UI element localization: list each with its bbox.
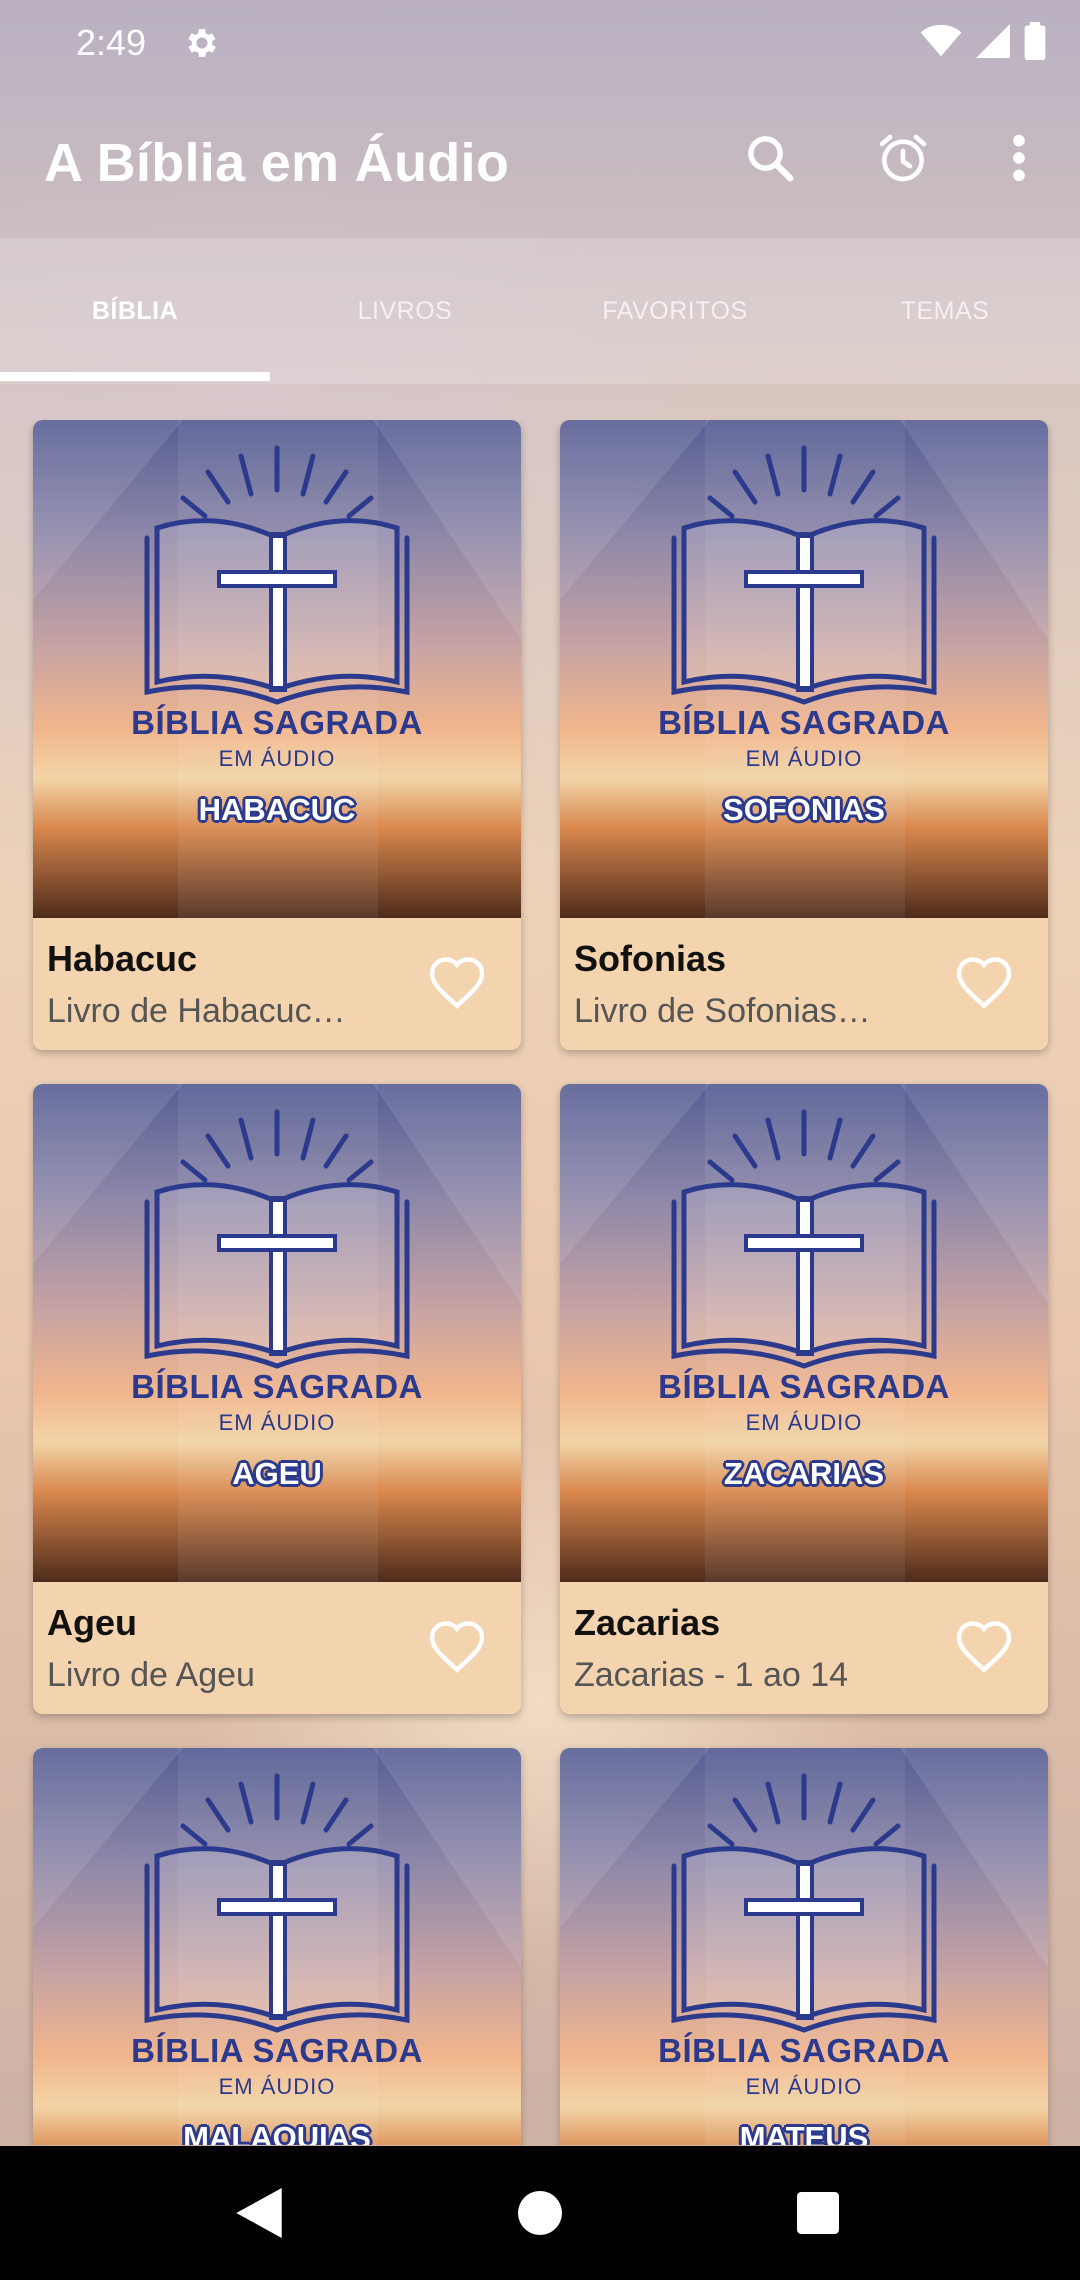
cover-title: BÍBLIA SAGRADA	[658, 704, 950, 741]
book-card[interactable]: BÍBLIA SAGRADA EM ÁUDIO HABACUC Habacuc Livr…	[33, 420, 521, 1050]
card-footer: Ageu Livro de Ageu	[33, 1582, 521, 1714]
book-cover-image	[33, 420, 521, 918]
card-subtitle: Livro de Ageu	[47, 1656, 255, 1694]
more-vert-icon[interactable]	[989, 128, 1049, 188]
cover-subtitle: EM ÁUDIO	[218, 1410, 336, 1435]
favorite-heart-icon[interactable]	[954, 954, 1014, 1010]
card-footer: Zacarias Zacarias - 1 ao 14	[560, 1582, 1048, 1714]
cover-subtitle: EM ÁUDIO	[745, 746, 863, 771]
search-icon[interactable]	[740, 128, 800, 188]
book-card[interactable]: BÍBLIA SAGRADA EM ÁUDIO MATEUS	[560, 1748, 1048, 2145]
signal-icon	[976, 24, 1010, 63]
battery-icon	[1024, 22, 1046, 65]
tab-livros[interactable]: LIVROS	[270, 238, 540, 384]
cover-subtitle: EM ÁUDIO	[745, 1410, 863, 1435]
home-icon[interactable]	[509, 2182, 571, 2244]
card-subtitle: Livro de Habacuc…	[47, 992, 346, 1030]
tab-label: LIVROS	[357, 296, 453, 325]
book-cover-image	[33, 1084, 521, 1582]
cover-title: BÍBLIA SAGRADA	[131, 704, 423, 741]
cover-subtitle: EM ÁUDIO	[218, 2074, 336, 2099]
card-title: Sofonias	[574, 938, 727, 979]
recents-icon[interactable]	[787, 2182, 849, 2244]
navigation-bar	[0, 2146, 1080, 2280]
cover-title: BÍBLIA SAGRADA	[131, 2032, 423, 2069]
card-footer: Habacuc Livro de Habacuc…	[33, 918, 521, 1050]
app-title: A Bíblia em Áudio	[44, 133, 510, 193]
tab-label: BÍBLIA	[91, 296, 179, 325]
card-title: Habacuc	[47, 938, 198, 979]
book-cover-image	[560, 420, 1048, 918]
book-card[interactable]: BÍBLIA SAGRADA EM ÁUDIO AGEU Ageu Livro de A…	[33, 1084, 521, 1714]
cover-book-label: MALAQUIAS	[183, 2120, 371, 2145]
cover-book-label: AGEU	[232, 1456, 322, 1491]
tab-indicator	[0, 372, 270, 381]
cover-book-label: SOFONIAS	[723, 792, 885, 827]
tab-label: TEMAS	[900, 296, 990, 325]
cover-subtitle: EM ÁUDIO	[745, 2074, 863, 2099]
book-grid: BÍBLIA SAGRADA EM ÁUDIO HABACUC Habacuc Livr…	[0, 420, 1080, 2145]
favorite-heart-icon[interactable]	[954, 1618, 1014, 1674]
status-time: 2:49	[76, 22, 147, 63]
favorite-heart-icon[interactable]	[427, 1618, 487, 1674]
card-subtitle: Zacarias - 1 ao 14	[574, 1656, 849, 1694]
tab-biblia[interactable]: BÍBLIA	[0, 238, 270, 384]
back-icon[interactable]	[228, 2182, 290, 2244]
tab-label: FAVORITOS	[602, 296, 748, 325]
cover-title: BÍBLIA SAGRADA	[658, 1368, 950, 1405]
book-cover-image	[560, 1084, 1048, 1582]
alarm-icon[interactable]	[873, 128, 933, 188]
app-bar: A Bíblia em Áudio	[0, 88, 1080, 238]
cover-book-label: MATEUS	[739, 2120, 869, 2145]
wifi-icon	[920, 24, 962, 63]
cover-title: BÍBLIA SAGRADA	[658, 2032, 950, 2069]
card-subtitle: Livro de Sofonias…	[574, 992, 871, 1030]
book-card[interactable]: BÍBLIA SAGRADA EM ÁUDIO ZACARIAS Zacarias Za…	[560, 1084, 1048, 1714]
card-title: Ageu	[47, 1602, 137, 1643]
card-footer: Sofonias Livro de Sofonias…	[560, 918, 1048, 1050]
cover-subtitle: EM ÁUDIO	[218, 746, 336, 771]
favorite-heart-icon[interactable]	[427, 954, 487, 1010]
book-card[interactable]: BÍBLIA SAGRADA EM ÁUDIO MALAQUIAS	[33, 1748, 521, 2145]
gear-icon	[183, 24, 221, 62]
status-bar: 2:49	[0, 0, 1080, 88]
tab-favoritos[interactable]: FAVORITOS	[540, 238, 810, 384]
cover-title: BÍBLIA SAGRADA	[131, 1368, 423, 1405]
book-card[interactable]: BÍBLIA SAGRADA EM ÁUDIO SOFONIAS Sofonias Li…	[560, 420, 1048, 1050]
tab-bar: BÍBLIA LIVROS FAVORITOS TEMAS	[0, 238, 1080, 384]
tab-temas[interactable]: TEMAS	[810, 238, 1080, 384]
card-title: Zacarias	[574, 1602, 721, 1643]
cover-book-label: ZACARIAS	[723, 1456, 885, 1491]
cover-book-label: HABACUC	[198, 792, 356, 827]
